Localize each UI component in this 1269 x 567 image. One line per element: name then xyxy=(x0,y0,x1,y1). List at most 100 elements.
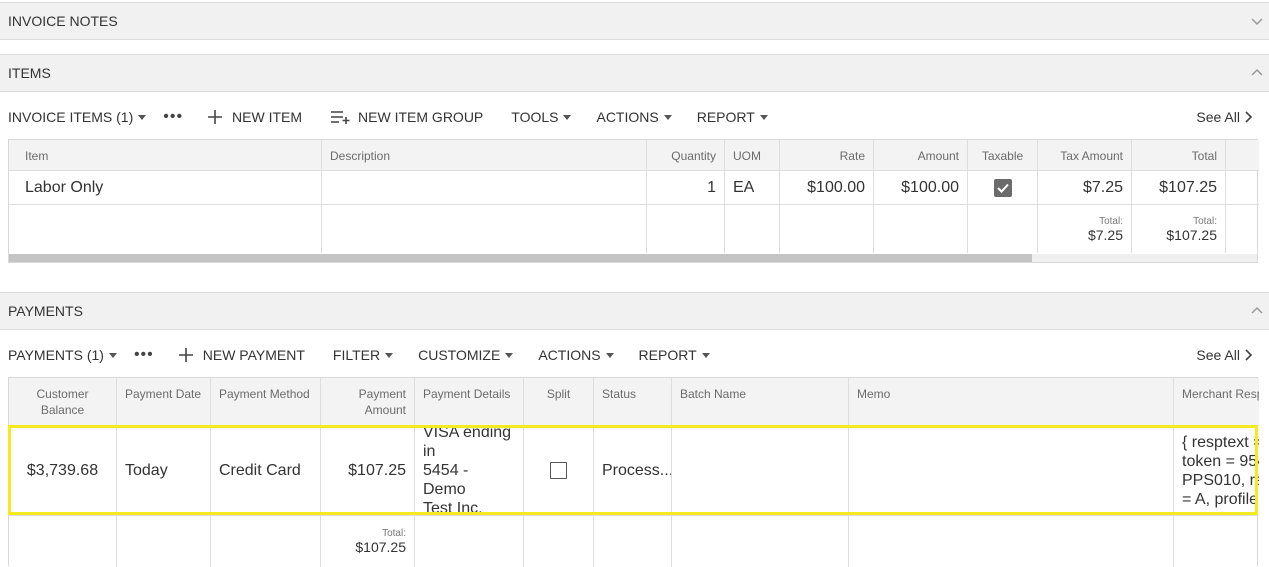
payments-count-label: PAYMENTS (1) xyxy=(8,347,104,363)
tools-dropdown[interactable]: TOOLS xyxy=(511,105,572,129)
plus-icon xyxy=(208,110,223,124)
totals-empty-cell xyxy=(968,205,1038,253)
filter-dropdown[interactable]: FILTER xyxy=(333,343,394,367)
col-uom[interactable]: UOM xyxy=(725,140,780,170)
col-payment-date[interactable]: Payment Date xyxy=(117,378,211,425)
col-taxable[interactable]: Taxable xyxy=(968,140,1038,170)
item-cell[interactable]: Labor Only xyxy=(9,171,322,204)
new-item-button[interactable]: NEW ITEM xyxy=(208,105,302,129)
totals-empty-cell xyxy=(9,205,322,253)
merchant-response-line: token = 954 xyxy=(1182,452,1259,470)
col-tax-amount[interactable]: Tax Amount xyxy=(1038,140,1132,170)
totals-empty-cell xyxy=(849,516,1174,567)
items-header-row: Item Description Quantity UOM Rate Amoun… xyxy=(9,140,1259,171)
col-total[interactable]: Total xyxy=(1132,140,1226,170)
payments-see-all-link[interactable]: See All xyxy=(1196,343,1253,367)
customize-label: CUSTOMIZE xyxy=(418,347,501,363)
chevron-down-icon[interactable] xyxy=(1251,15,1263,27)
col-quantity[interactable]: Quantity xyxy=(647,140,725,170)
new-item-label: NEW ITEM xyxy=(232,109,303,125)
totals-empty-cell xyxy=(117,516,211,567)
quantity-cell[interactable]: 1 xyxy=(647,171,725,204)
col-uom-label: UOM xyxy=(733,149,761,163)
items-scrollbar-thumb[interactable] xyxy=(9,254,1032,262)
status-cell[interactable]: Process... xyxy=(594,426,672,515)
total-label: Total: xyxy=(1193,215,1217,227)
col-rate-label: Rate xyxy=(839,149,865,163)
col-status[interactable]: Status xyxy=(594,378,672,425)
payment-details-cell[interactable]: VISA ending in 5454 - Demo Test Inc. xyxy=(415,426,524,515)
table-row[interactable]: $3,739.68 Today Credit Card $107.25 VISA… xyxy=(9,426,1259,516)
payment-method-cell[interactable]: Credit Card xyxy=(211,426,321,515)
col-payment-details[interactable]: Payment Details xyxy=(415,378,524,425)
table-row[interactable]: Labor Only 1 EA $100.00 $100.00 $7.25 $1… xyxy=(9,171,1259,205)
more-options-button[interactable]: ••• xyxy=(163,105,183,129)
taxable-checkbox[interactable] xyxy=(993,178,1012,197)
grand-total-value: $107.25 xyxy=(1166,226,1217,243)
split-checkbox[interactable] xyxy=(550,462,567,479)
payments-dropdown[interactable]: PAYMENTS (1) xyxy=(8,343,117,367)
amount-cell[interactable]: $100.00 xyxy=(874,171,968,204)
totals-empty-cell xyxy=(211,516,321,567)
total-cell[interactable]: $107.25 xyxy=(1132,171,1226,204)
totals-empty-cell xyxy=(672,516,849,567)
new-item-group-button[interactable]: NEW ITEM GROUP xyxy=(331,105,483,129)
tax-amount-value: $7.25 xyxy=(1082,178,1123,196)
totals-empty-cell xyxy=(1226,205,1259,253)
col-split[interactable]: Split xyxy=(524,378,594,425)
col-item[interactable]: Item xyxy=(9,140,322,170)
totals-empty-cell xyxy=(415,516,524,567)
plus-icon xyxy=(178,348,193,362)
totals-empty-cell xyxy=(594,516,672,567)
col-payment-method[interactable]: Payment Method xyxy=(211,378,321,425)
merchant-response-cell[interactable]: { resptext = token = 954 PPS010, ret = A… xyxy=(1174,426,1259,515)
payments-title: PAYMENTS xyxy=(8,303,83,319)
col-rate[interactable]: Rate xyxy=(780,140,874,170)
items-horizontal-scrollbar[interactable] xyxy=(9,254,1257,262)
invoice-notes-header[interactable]: INVOICE NOTES xyxy=(0,2,1269,40)
chevron-up-icon[interactable] xyxy=(1251,67,1263,79)
report-dropdown[interactable]: REPORT xyxy=(639,343,710,367)
payment-date-cell[interactable]: Today xyxy=(117,426,211,515)
customize-dropdown[interactable]: CUSTOMIZE xyxy=(418,343,514,367)
col-amount[interactable]: Amount xyxy=(874,140,968,170)
report-dropdown[interactable]: REPORT xyxy=(697,105,768,129)
actions-dropdown[interactable]: ACTIONS xyxy=(538,343,614,367)
see-all-label: See All xyxy=(1196,347,1240,363)
items-header[interactable]: ITEMS xyxy=(0,54,1269,92)
col-customer-balance[interactable]: Customer Balance xyxy=(9,378,117,425)
col-payment-amount-label-1: Payment xyxy=(358,387,406,401)
invoice-items-dropdown[interactable]: INVOICE ITEMS (1) xyxy=(8,105,147,129)
more-options-button[interactable]: ••• xyxy=(134,343,154,367)
chevron-up-icon[interactable] xyxy=(1251,305,1263,317)
invoice-notes-title: INVOICE NOTES xyxy=(8,13,118,29)
uom-cell[interactable]: EA xyxy=(725,171,780,204)
totals-empty-cell xyxy=(9,516,117,567)
col-memo[interactable]: Memo xyxy=(849,378,1174,425)
col-batch-name[interactable]: Batch Name xyxy=(672,378,849,425)
customer-balance-cell[interactable]: $3,739.68 xyxy=(9,426,117,515)
description-cell[interactable] xyxy=(322,171,647,204)
report-label: REPORT xyxy=(638,347,697,363)
payments-totals-row: Total: $107.25 xyxy=(9,516,1259,567)
col-merchant-response[interactable]: Merchant Resp xyxy=(1174,378,1259,425)
actions-dropdown[interactable]: ACTIONS xyxy=(596,105,672,129)
new-payment-button[interactable]: NEW PAYMENT xyxy=(178,343,305,367)
totals-empty-cell xyxy=(780,205,874,253)
items-see-all-link[interactable]: See All xyxy=(1196,105,1253,129)
batch-name-cell[interactable] xyxy=(672,426,849,515)
col-payment-amount[interactable]: Payment Amount xyxy=(321,378,415,425)
col-customer-balance-label-1: Customer xyxy=(36,387,89,401)
col-description[interactable]: Description xyxy=(322,140,647,170)
memo-cell[interactable] xyxy=(849,426,1174,515)
tax-amount-cell[interactable]: $7.25 xyxy=(1038,171,1132,204)
payments-header[interactable]: PAYMENTS xyxy=(0,292,1269,330)
caret-down-icon xyxy=(563,114,572,120)
caret-down-icon xyxy=(663,114,672,120)
col-payment-details-label: Payment Details xyxy=(423,387,511,401)
payments-header-row: Customer Balance Payment Date Payment Me… xyxy=(9,378,1259,426)
more-dots-icon: ••• xyxy=(133,346,154,363)
rate-cell[interactable]: $100.00 xyxy=(780,171,874,204)
payment-amount-cell[interactable]: $107.25 xyxy=(321,426,415,515)
totals-empty-cell xyxy=(322,205,647,253)
